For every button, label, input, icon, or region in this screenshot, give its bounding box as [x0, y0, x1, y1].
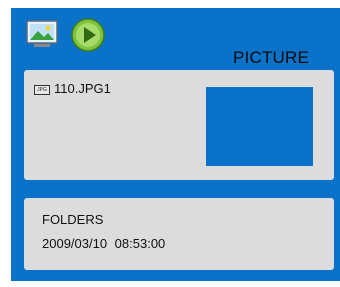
file-datetime: 2009/03/10 08:53:00 [42, 236, 166, 251]
image-thumbnail [206, 87, 313, 166]
jpg-badge-icon: JPG [34, 85, 50, 95]
media-player-screen: PICTURE JPG 110.JPG1 FOLDERS 2009/03/10 … [11, 8, 340, 281]
info-panel: FOLDERS 2009/03/10 08:53:00 [24, 198, 334, 270]
picture-icon[interactable] [26, 20, 60, 50]
mode-title: PICTURE [233, 48, 310, 67]
file-panel: JPG 110.JPG1 [24, 70, 334, 180]
top-bar: PICTURE [11, 8, 340, 67]
play-icon[interactable] [69, 17, 107, 53]
folders-label: FOLDERS [42, 212, 104, 227]
file-name[interactable]: 110.JPG1 [54, 81, 111, 96]
